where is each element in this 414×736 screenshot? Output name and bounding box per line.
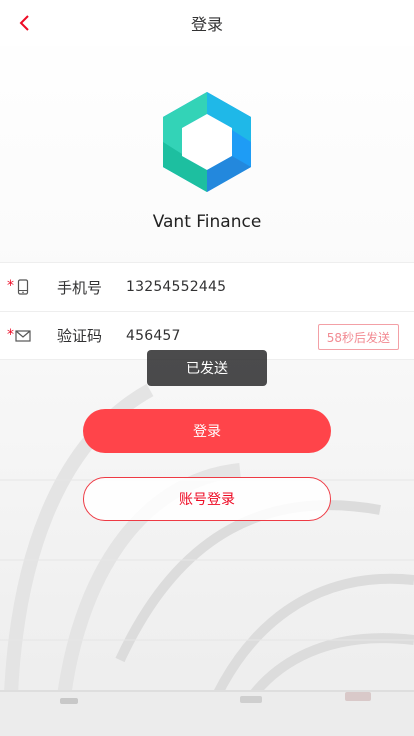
phone-icon: [17, 279, 29, 295]
toast: 已发送: [147, 350, 267, 386]
app-logo: [163, 92, 251, 192]
code-field[interactable]: 456457: [126, 328, 181, 344]
mail-icon: [15, 330, 31, 342]
phone-field[interactable]: 13254552445: [126, 279, 226, 295]
page-title: 登录: [190, 15, 223, 34]
app-name: Vant Finance: [152, 212, 262, 232]
phone-label: 手机号: [57, 278, 103, 297]
required-mark: *: [7, 327, 14, 343]
account-login-button[interactable]: 账号登录: [83, 477, 331, 521]
chevron-left-icon: [19, 15, 29, 31]
back-button[interactable]: [10, 8, 40, 38]
login-button[interactable]: 登录: [83, 409, 331, 453]
required-mark: *: [7, 278, 14, 294]
code-label: 验证码: [57, 327, 103, 345]
login-page: 登录 Vant Finance * 手机号 13254552445 * 验证码 …: [0, 0, 414, 736]
send-code-button[interactable]: 58秒后发送: [317, 324, 399, 350]
nav-bar: 登录: [0, 0, 414, 46]
phone-row: * 手机号 13254552445: [0, 262, 414, 311]
login-form: * 手机号 13254552445 * 验证码 456457 58秒后发送: [0, 262, 414, 360]
